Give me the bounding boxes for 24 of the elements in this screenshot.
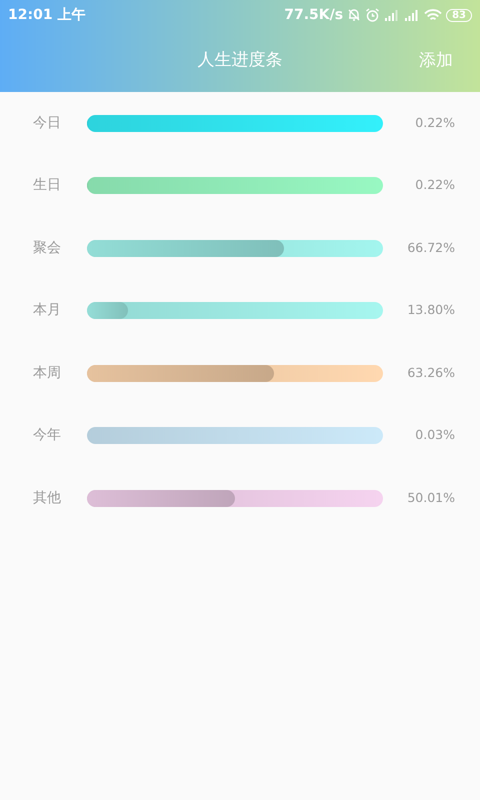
- signal-icon: [384, 9, 400, 21]
- page-title: 人生进度条: [198, 49, 282, 72]
- wifi-icon: [424, 8, 442, 22]
- progress-percent: 63.26%: [406, 364, 455, 382]
- network-speed: 77.5K/s: [284, 6, 344, 24]
- item-label: 今年: [33, 426, 62, 446]
- item-label: 今日: [33, 114, 62, 133]
- progress-percent: 50.01%: [406, 488, 455, 507]
- progress-percent: 13.80%: [406, 301, 455, 320]
- item-label: 聚会: [33, 238, 62, 258]
- progress-percent: 0.22%: [414, 114, 455, 132]
- item-label: 生日: [33, 176, 62, 196]
- alarm-icon: [365, 8, 380, 22]
- item-label: 其他: [33, 488, 62, 508]
- item-label: 本周: [33, 364, 62, 383]
- progress-percent: 0.03%: [414, 426, 455, 444]
- progress-percent: 0.22%: [414, 176, 455, 194]
- item-label: 本月: [33, 301, 62, 320]
- battery-level: 83: [446, 8, 472, 22]
- add-button[interactable]: 添加: [419, 48, 453, 74]
- progress-percent: 66.72%: [406, 238, 455, 257]
- status-time: 12:01 上午: [8, 6, 86, 24]
- signal-icon: [404, 9, 420, 21]
- bell-off-icon: [347, 8, 362, 22]
